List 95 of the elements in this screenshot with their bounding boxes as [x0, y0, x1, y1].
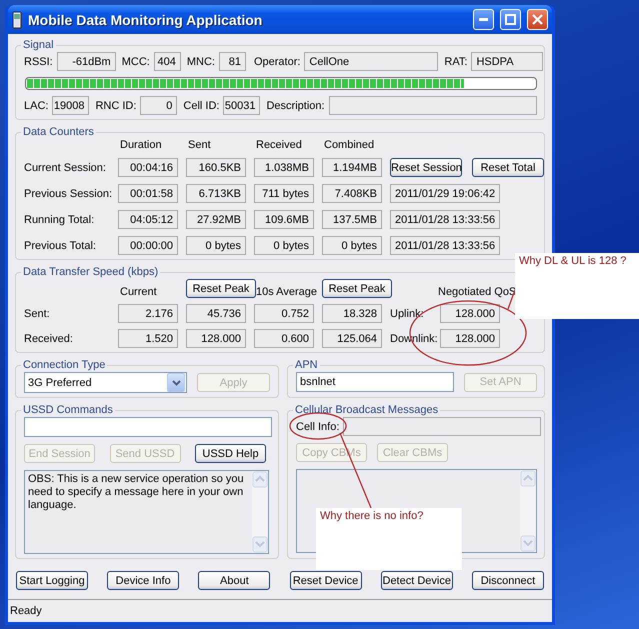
field-label: LAC:: [24, 100, 48, 112]
readonly-field: 1.520: [118, 329, 178, 348]
button[interactable]: USSD Help: [195, 444, 266, 463]
field-label: Operator:: [254, 56, 300, 68]
group-title: Data Transfer Speed (kbps): [22, 266, 160, 278]
button[interactable]: Reset Total: [472, 158, 544, 177]
readonly-field: -61dBm: [56, 52, 116, 71]
field-label: RAT:: [444, 56, 468, 68]
field-label: RNC ID:: [95, 100, 136, 112]
maximize-button[interactable]: [500, 9, 521, 30]
close-button[interactable]: [527, 9, 548, 30]
readonly-field: 50031: [223, 96, 260, 115]
readonly-field: 81: [218, 52, 246, 71]
column-header: Sent: [187, 139, 212, 151]
readonly-field: 128.000: [440, 329, 500, 348]
dropdown[interactable]: 3G Preferred: [24, 372, 187, 393]
annotation-note: Why DL & UL is 128 ?: [515, 253, 639, 319]
readonly-field: HSDPA: [471, 52, 544, 71]
row-label: Sent:: [24, 308, 51, 320]
message-text: OBS: This is a new service operation so you need to specify a message here in your own language.: [27, 472, 245, 513]
group-title: Signal: [22, 39, 55, 51]
readonly-field: 0.752: [254, 304, 314, 323]
readonly-field: 2.176: [118, 304, 178, 323]
readonly-field: 00:01:58: [118, 184, 178, 203]
scrollbar-drawing[interactable]: [520, 470, 536, 552]
field-label: MCC:: [122, 56, 150, 68]
row-label: Running Total:: [24, 214, 96, 226]
group-title: Cellular Broadcast Messages: [294, 404, 440, 416]
readonly-field: 0: [140, 96, 178, 115]
field-label: MNC:: [186, 56, 215, 68]
row-label: Received:: [24, 332, 74, 344]
phone-icon: [12, 10, 22, 28]
readonly-field: 04:05:12: [118, 210, 178, 229]
group-title: APN: [294, 359, 319, 371]
window-title: Mobile Data Monitoring Application: [28, 12, 264, 28]
apn-field[interactable]: bsnlnet: [296, 372, 454, 392]
minimize-icon: [479, 18, 488, 21]
button[interactable]: Device Info: [107, 571, 180, 590]
reset-peak-button[interactable]: Reset Peak: [322, 279, 392, 298]
field-label: Cell Info:: [296, 420, 340, 432]
readonly-field: 2011/01/28 13:33:56: [390, 210, 500, 229]
readonly-field: 128.000: [186, 329, 246, 348]
caret-icon: [172, 380, 180, 386]
readonly-field: 45.736: [186, 304, 246, 323]
column-header: Duration: [119, 139, 163, 151]
button[interactable]: Detect Device: [380, 571, 453, 590]
readonly-field: 2011/01/28 13:33:56: [390, 236, 500, 255]
readonly-field: 125.064: [322, 329, 382, 348]
field-label: Cell ID:: [183, 100, 220, 112]
readonly-field: 1.194MB: [322, 158, 382, 177]
readonly-field: 109.6MB: [254, 210, 314, 229]
button[interactable]: About: [198, 571, 270, 590]
field-label: RSSI:: [24, 56, 53, 68]
readonly-field: 0 bytes: [322, 236, 382, 255]
readonly-field: 18.328: [322, 304, 382, 323]
group-title: USSD Commands: [22, 404, 114, 416]
group-title: Data Counters: [22, 126, 95, 138]
close-icon: [532, 14, 543, 25]
readonly-field: 00:04:16: [118, 158, 178, 177]
column-header: 10s Average: [255, 286, 314, 298]
readonly-field: 6.713KB: [186, 184, 246, 203]
row-label: Previous Total:: [24, 240, 97, 252]
field-label: Description:: [266, 100, 325, 112]
column-header: Current: [119, 286, 158, 298]
readonly-field: 137.5MB: [322, 210, 382, 229]
message-area[interactable]: OBS: This is a new service operation so you need to specify a message here in your own language.: [24, 470, 269, 554]
column-header: Combined: [323, 139, 376, 151]
readonly-field: 19008: [52, 96, 90, 115]
readonly-field: 0 bytes: [254, 236, 314, 255]
field-label: Uplink:: [390, 308, 425, 320]
readonly-field: 27.92MB: [186, 210, 246, 229]
readonly-field: 1.038MB: [254, 158, 314, 177]
button[interactable]: Start Logging: [16, 571, 88, 590]
readonly-field: 160.5KB: [186, 158, 246, 177]
readonly-field: 0.600: [254, 329, 314, 348]
group-title: Connection Type: [22, 359, 106, 371]
maximize-icon: [505, 14, 516, 25]
column-header: Received: [255, 139, 303, 151]
readonly-field: CellOne: [304, 52, 438, 71]
ussd-input-field[interactable]: [24, 417, 272, 437]
row-label: Current Session:: [24, 162, 107, 174]
readonly-field: 7.408KB: [322, 184, 382, 203]
reset-peak-button[interactable]: Reset Peak: [186, 279, 256, 298]
readonly-field: 404: [154, 52, 181, 71]
scrollbar-drawing[interactable]: [252, 471, 268, 553]
readonly-field: 00:00:00: [118, 236, 178, 255]
row-label: Previous Session:: [24, 188, 110, 200]
readonly-field: 128.000: [440, 304, 500, 323]
annotation-note: Why there is no info?: [316, 508, 462, 570]
button[interactable]: Reset Device: [290, 571, 362, 590]
button[interactable]: Disconnect: [472, 571, 544, 590]
readonly-field: 0 bytes: [186, 236, 246, 255]
readonly-field: 2011/01/29 19:06:42: [390, 184, 500, 203]
minimize-button[interactable]: [473, 9, 494, 30]
readonly-field: 711 bytes: [254, 184, 314, 203]
